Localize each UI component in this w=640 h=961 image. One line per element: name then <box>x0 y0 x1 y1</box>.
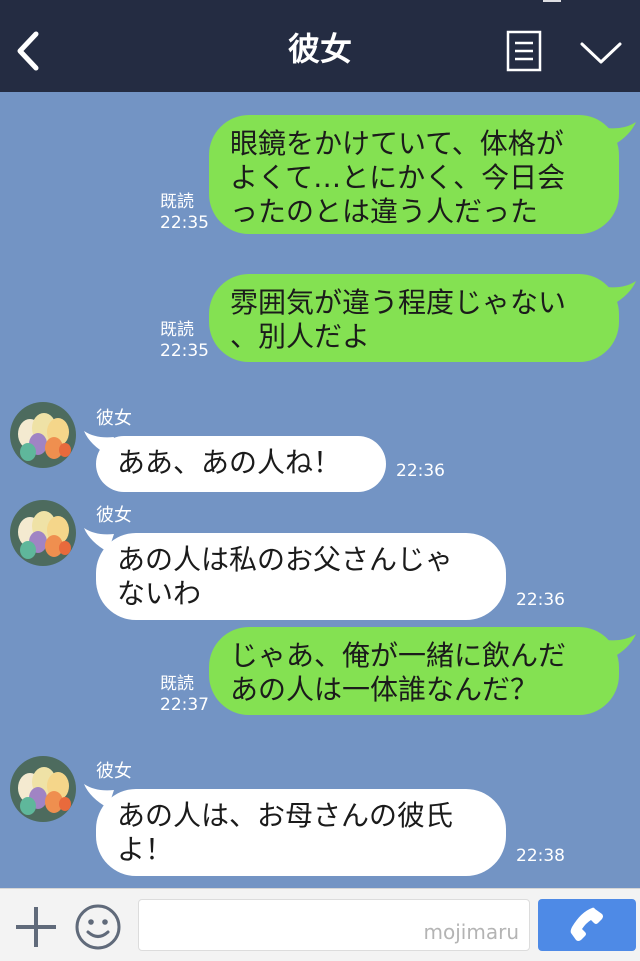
message-line: ああ、あの人ね！ <box>117 446 342 479</box>
message-line: あの人は一体誰なんだ？ <box>230 673 539 706</box>
outgoing-message-bubble[interactable]: 眼鏡をかけていて、体格が よくて…とにかく、今日会 ったのとは違う人だった <box>209 115 619 234</box>
outgoing-message-bubble[interactable]: 雰囲気が違う程度じゃない 、別人だよ <box>209 274 619 362</box>
message-time: 22:35 <box>160 341 209 361</box>
message-meta: 22:36 <box>516 590 565 611</box>
message-meta: 既読 22:35 <box>160 192 209 234</box>
message-line: あの人は私のお父さんじゃ <box>117 543 454 576</box>
avatar[interactable] <box>10 756 76 822</box>
sender-name: 彼女 <box>96 761 132 782</box>
message-line: じゃあ、俺が一緒に飲んだ <box>230 639 567 672</box>
top-divider <box>543 0 561 4</box>
bubble-tail <box>606 281 636 305</box>
sender-name: 彼女 <box>96 505 132 526</box>
read-receipt: 既読 <box>160 674 194 694</box>
message-time: 22:38 <box>516 846 565 866</box>
message-meta: 既読 22:37 <box>160 674 209 716</box>
watermark: mojimaru <box>423 920 519 944</box>
message-time: 22:36 <box>396 461 445 481</box>
message-line: ったのとは違う人だった <box>230 195 539 228</box>
message-input[interactable]: mojimaru <box>138 899 530 951</box>
chevron-down-icon <box>580 42 622 64</box>
message-line: ないわ <box>117 577 202 610</box>
message-line: あの人は、お母さんの彼氏 <box>117 799 454 832</box>
menu-button[interactable] <box>504 30 544 74</box>
balloons-avatar-icon <box>10 500 76 566</box>
chat-header: 彼女 <box>0 0 640 92</box>
read-receipt: 既読 <box>160 192 194 212</box>
bubble-tail <box>606 122 636 146</box>
read-receipt: 既読 <box>160 320 194 340</box>
balloons-avatar-icon <box>10 402 76 468</box>
message-time: 22:36 <box>516 590 565 610</box>
incoming-message-bubble[interactable]: あの人は、お母さんの彼氏 よ！ <box>96 789 506 876</box>
message-line: 雰囲気が違う程度じゃない <box>230 286 567 319</box>
call-button[interactable] <box>538 899 636 951</box>
emoji-button[interactable] <box>74 903 122 951</box>
message-meta: 既読 22:35 <box>160 320 209 362</box>
chat-title: 彼女 <box>287 30 352 68</box>
message-line: よ！ <box>117 833 174 866</box>
balloons-avatar-icon <box>10 756 76 822</box>
sender-name: 彼女 <box>96 408 132 429</box>
message-meta: 22:36 <box>396 461 445 482</box>
message-line: 眼鏡をかけていて、体格が <box>230 127 564 160</box>
message-time: 22:35 <box>160 213 209 233</box>
plus-icon <box>16 907 56 947</box>
bubble-tail <box>606 634 636 658</box>
incoming-message-bubble[interactable]: ああ、あの人ね！ <box>96 436 386 492</box>
message-line: 、別人だよ <box>230 320 371 353</box>
smiley-icon <box>75 904 121 950</box>
phone-icon <box>570 907 603 941</box>
message-meta: 22:38 <box>516 846 565 867</box>
message-line: よくて…とにかく、今日会 <box>230 161 566 194</box>
incoming-message-bubble[interactable]: あの人は私のお父さんじゃ ないわ <box>96 533 506 620</box>
message-time: 22:37 <box>160 695 209 715</box>
list-icon <box>506 30 542 72</box>
add-button[interactable] <box>14 905 58 949</box>
avatar[interactable] <box>10 402 76 468</box>
avatar[interactable] <box>10 500 76 566</box>
message-composer: mojimaru <box>0 888 640 961</box>
collapse-button[interactable] <box>576 32 626 72</box>
outgoing-message-bubble[interactable]: じゃあ、俺が一緒に飲んだ あの人は一体誰なんだ？ <box>209 627 619 715</box>
